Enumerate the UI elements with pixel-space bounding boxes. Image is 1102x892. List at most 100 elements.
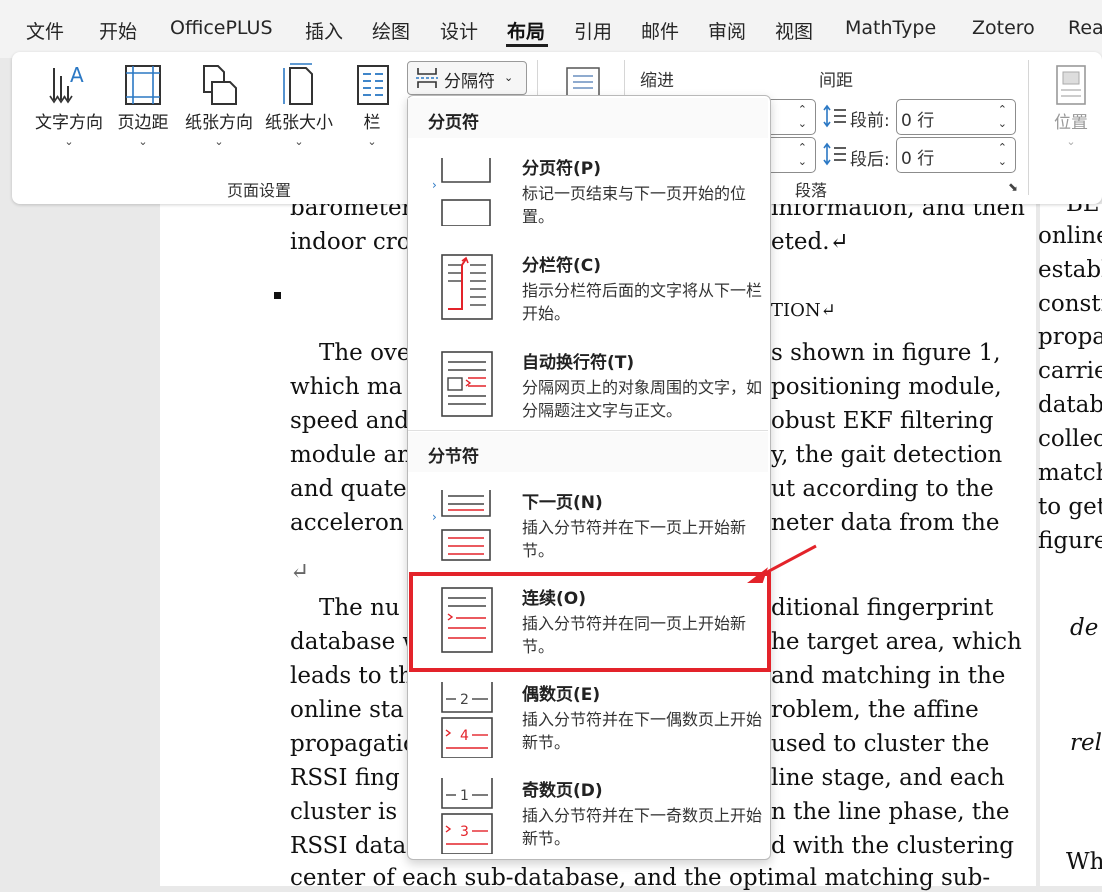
doc-line: database w	[290, 629, 423, 655]
size-label: 纸张大小	[265, 113, 333, 133]
margins-label: 页边距	[117, 113, 169, 133]
doc-line: acceleron	[290, 510, 404, 536]
section-breaks-header-label: 分节符	[428, 447, 479, 467]
menu-item-column-break[interactable]: 分栏符(C) 指示分栏符后面的文字将从下一栏开始。	[408, 239, 768, 335]
doc-line: The ove	[319, 340, 411, 366]
margins-button[interactable]: 页边距 ⌄	[112, 62, 174, 148]
doc-line: RSSI fing	[290, 765, 400, 791]
chevron-down-icon: ⌄	[1066, 135, 1076, 148]
chevron-down-icon[interactable]: ⌄	[998, 156, 1007, 168]
position-button[interactable]: 位置 ⌄	[1046, 64, 1096, 148]
text-direction-button[interactable]: A 文字方向 ⌄	[30, 62, 108, 148]
tab-view[interactable]: 视图	[775, 17, 813, 44]
tab-home[interactable]: 开始	[99, 17, 137, 44]
doc-line: n the line phase, the	[771, 799, 1010, 825]
doc-line: speed and	[290, 408, 410, 434]
page-break-icon	[416, 68, 438, 88]
section-even-page-icon: 2 4	[441, 682, 493, 758]
doc-line: y, the gait detection	[771, 442, 1003, 468]
page-breaks-header-label: 分页符	[428, 113, 479, 133]
group-divider	[1028, 60, 1029, 195]
doc-line: which ma	[290, 374, 403, 400]
menu-item-even-page[interactable]: 2 4 偶数页(E) 插入分节符并在下一偶数页上开始新节。	[408, 668, 768, 764]
tab-references[interactable]: 引用	[574, 17, 612, 44]
chevron-up-icon[interactable]: ⌃	[798, 104, 807, 116]
doc-line: d with the clustering	[771, 833, 1015, 859]
spacing-before-value[interactable]: 0 行	[901, 106, 934, 131]
breaks-button[interactable]: 分隔符 ⌄	[407, 61, 527, 95]
size-button[interactable]: 纸张大小 ⌄	[260, 62, 338, 148]
position-label: 位置	[1054, 113, 1088, 133]
doc-line: obust EKF filtering	[771, 408, 994, 434]
chevron-down-icon[interactable]: ⌄	[998, 118, 1007, 130]
section-odd-page-icon: 1 3	[441, 778, 493, 854]
doc-line: ut according to the	[771, 476, 994, 502]
menu-divider	[408, 430, 768, 431]
spacing-after-value[interactable]: 0 行	[901, 144, 934, 169]
spacing-before-icon	[823, 104, 846, 128]
menu-item-description: 分隔网页上的对象周围的文字，如分隔题注文字与正文。	[522, 378, 763, 420]
doc-line: s shown in figure 1,	[771, 340, 1001, 366]
position-icon	[1056, 65, 1086, 105]
chevron-down-icon: ⌄	[138, 135, 148, 148]
breaks-dropdown-menu: 分页符 › 分页符(P) 标记一页结束与下一页开始的位置。 分栏符(C) 指示分…	[407, 95, 771, 860]
spacing-after-stepper[interactable]: 0 行 ⌃ ⌄	[896, 137, 1016, 173]
indent-label: 缩进	[640, 71, 674, 91]
tab-insert[interactable]: 插入	[305, 17, 343, 44]
chevron-down-icon[interactable]: ⌄	[798, 156, 807, 168]
chevron-up-icon[interactable]: ⌃	[798, 142, 807, 154]
doc-line: and quate	[290, 476, 407, 502]
tab-zotero[interactable]: Zotero	[972, 17, 1035, 39]
chevron-right-icon: ›	[432, 510, 437, 524]
tab-review[interactable]: 审阅	[708, 17, 746, 44]
column-break-icon	[441, 254, 493, 320]
menu-item-description: 标记一页结束与下一页开始的位置。	[522, 184, 747, 226]
doc-line: line stage, and each	[771, 765, 1005, 791]
doc-line: he target area, which	[771, 629, 1022, 655]
menu-item-description: 指示分栏符后面的文字将从下一栏开始。	[522, 281, 763, 323]
svg-text:2: 2	[460, 692, 469, 708]
chevron-up-icon[interactable]: ⌃	[998, 104, 1007, 116]
menu-item-odd-page[interactable]: 1 3 奇数页(D) 插入分节符并在下一奇数页上开始新节。	[408, 764, 768, 860]
doc-line: and matching in the	[771, 663, 1006, 689]
menu-item-text-wrapping-break[interactable]: 自动换行符(T) 分隔网页上的对象周围的文字，如分隔题注文字与正文。	[408, 336, 768, 432]
doc-line: ditional fingerprint	[771, 595, 994, 621]
tab-mathtype[interactable]: MathType	[845, 17, 936, 39]
chevron-down-icon[interactable]: ⌄	[798, 118, 807, 130]
menu-item-title: 奇数页(D)	[522, 781, 603, 801]
breaks-label: 分隔符	[444, 72, 495, 92]
tab-mailings[interactable]: 邮件	[641, 17, 679, 44]
chevron-down-icon: ⌄	[294, 135, 304, 148]
doc-line: center of each sub-database, and the opt…	[290, 865, 991, 891]
doc-line: indoor cro	[290, 229, 411, 255]
doc-line: module an	[290, 442, 412, 468]
doc-line: The nu	[319, 595, 400, 621]
menu-bar: 文件 开始 OfficePLUS 插入 绘图 设计 布局 引用 邮件 审阅 视图…	[0, 0, 1102, 58]
doc-line: eted.↵	[771, 229, 849, 255]
menu-item-next-page[interactable]: › 下一页(N) 插入分节符并在下一页上开始新节。	[408, 476, 768, 572]
tab-read[interactable]: Rea	[1068, 17, 1102, 39]
tab-officeplus[interactable]: OfficePLUS	[170, 17, 273, 39]
tab-draw[interactable]: 绘图	[372, 17, 410, 44]
tab-design[interactable]: 设计	[440, 17, 478, 44]
dialog-launcher-icon[interactable]: ⬊	[1008, 180, 1018, 194]
tab-layout[interactable]: 布局	[507, 17, 545, 44]
tab-file[interactable]: 文件	[26, 17, 64, 44]
orientation-label: 纸张方向	[185, 113, 253, 133]
doc-line: online sta	[290, 697, 404, 723]
chevron-up-icon[interactable]: ⌃	[998, 142, 1007, 154]
page-breaks-header: 分页符	[408, 98, 768, 138]
svg-text:4: 4	[460, 728, 469, 744]
spacing-before-stepper[interactable]: 0 行 ⌃ ⌄	[896, 99, 1016, 135]
paragraph-mark: ↵	[290, 559, 310, 585]
menu-item-page-break[interactable]: › 分页符(P) 标记一页结束与下一页开始的位置。	[408, 142, 768, 238]
section-breaks-header: 分节符	[408, 432, 768, 472]
orientation-button[interactable]: 纸张方向 ⌄	[180, 62, 258, 148]
menu-item-title: 自动换行符(T)	[522, 353, 635, 373]
right-doc-line: databa	[1038, 392, 1102, 418]
menu-item-title: 偶数页(E)	[522, 685, 601, 705]
columns-button[interactable]: 栏 ⌄	[348, 62, 396, 148]
chevron-down-icon: ⌄	[367, 135, 377, 148]
highlight-box	[409, 572, 771, 672]
right-doc-line: constr	[1038, 291, 1102, 317]
